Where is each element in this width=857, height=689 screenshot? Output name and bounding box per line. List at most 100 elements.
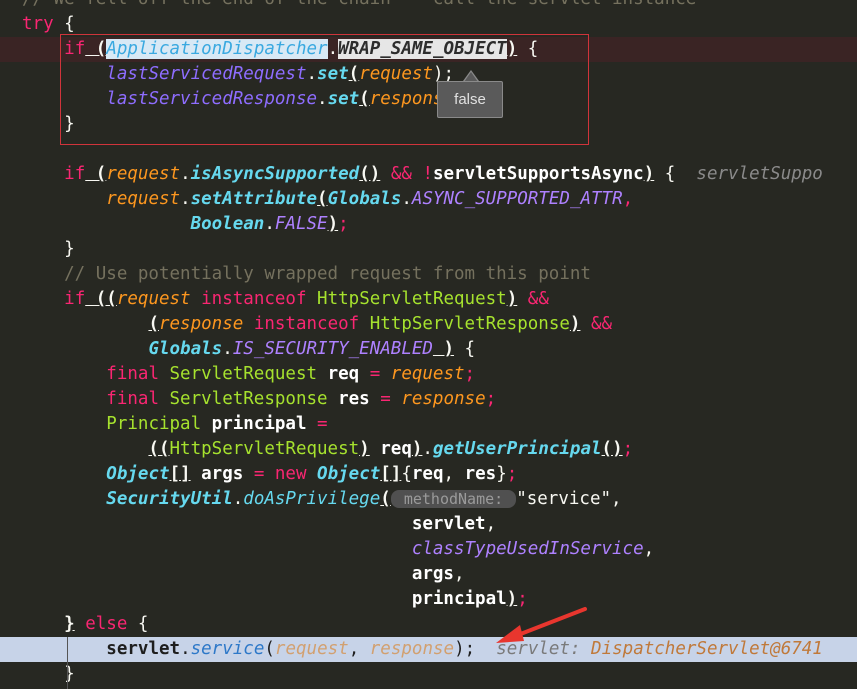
code-token: new [274,464,318,484]
code-line[interactable]: Principal principal = [0,412,857,437]
code-token: res [338,389,370,409]
indent-guide [67,637,68,689]
code-token: , [453,564,465,584]
code-token: servlet [411,514,486,534]
code-token: request [116,289,191,309]
code-line[interactable]: Globals.IS_SECURITY_ENABLED ) { [0,337,857,362]
code-line[interactable]: if ((request instanceof HttpServletReque… [0,287,857,312]
code-token: ; [485,389,497,409]
code-line[interactable]: SecurityUtil.doAsPrivilege( methodName: … [0,487,857,512]
code-token: ( [148,314,159,334]
code-line[interactable]: if (request.isAsyncSupported() && !servl… [0,162,857,187]
code-line[interactable]: } [0,237,857,262]
code-token: ) [569,314,581,334]
code-line[interactable]: classTypeUsedInService, [0,537,857,562]
code-token: FALSE [274,214,328,234]
code-token: try [22,14,54,34]
code-token: ) [327,214,339,234]
code-token: ApplicationDispatcher [106,39,328,59]
code-line[interactable]: Object[] args = new Object[]{req, res}; [0,462,857,487]
code-token: args [190,464,244,484]
code-token: final [106,389,159,409]
code-token: lastServicedRequest [106,64,307,84]
code-token: . [317,89,328,109]
code-token: } [64,614,75,634]
code-token: req [369,439,412,459]
code-token: res [464,464,497,484]
code-token: . [264,214,275,234]
code-editor[interactable]: // We fell off the end of the chain -- c… [0,0,857,689]
code-token: } [22,114,75,134]
code-token: principal [211,414,307,434]
code-token: final [106,364,159,384]
code-line[interactable]: servlet.service(request, response); serv… [0,637,857,662]
code-token: ASYNC_SUPPORTED_ATTR [411,189,623,209]
code-token: request [106,164,181,184]
code-token: . [232,489,244,509]
code-token: methodName: [390,490,517,508]
code-line[interactable]: final ServletResponse res = response; [0,387,857,412]
code-token: ) [432,339,455,359]
code-token: ! [422,164,433,184]
code-token: , [348,639,370,659]
code-token: // Use potentially wrapped request from … [22,264,591,284]
code-token: , [443,464,465,484]
code-line[interactable]: if (ApplicationDispatcher.WRAP_SAME_OBJE… [0,37,857,62]
code-token: && [580,314,613,334]
code-token: Object [106,464,170,484]
code-line[interactable]: servlet, [0,512,857,537]
code-token: ) [506,39,518,59]
code-line[interactable] [0,137,857,162]
code-line[interactable]: try { [0,12,857,37]
code-line[interactable]: (response instanceof HttpServletResponse… [0,312,857,337]
code-token: () [359,164,381,184]
code-token: { [654,164,697,184]
code-line[interactable]: final ServletRequest req = request; [0,362,857,387]
code-line[interactable]: args, [0,562,857,587]
code-line[interactable]: request.setAttribute(Globals.ASYNC_SUPPO… [0,187,857,212]
code-token: . [306,64,318,84]
code-token: set [327,89,360,109]
code-line[interactable]: // We fell off the end of the chain -- c… [0,0,857,12]
code-token: ; [464,364,476,384]
code-token: instanceof [190,289,318,309]
code-token: ) [506,289,518,309]
code-line[interactable]: lastServicedResponse.set(response); [0,87,857,112]
code-line[interactable]: ((HttpServletRequest) req).getUserPrinci… [0,437,857,462]
code-line[interactable]: // Use potentially wrapped request from … [0,262,857,287]
code-token: "service" [516,489,612,509]
code-token: response [369,639,455,659]
code-token: ( [348,64,360,84]
code-token: [] [169,464,191,484]
code-token: = [369,389,402,409]
code-line[interactable]: principal); [0,587,857,612]
code-token: && [380,164,423,184]
code-token: , [485,514,497,534]
code-token: ( [380,489,391,509]
code-token: lastServicedResponse [106,89,318,109]
code-line[interactable]: Boolean.FALSE); [0,212,857,237]
code-line[interactable]: } else { [0,612,857,637]
code-token: { [53,14,75,34]
code-token: isAsyncSupported [190,164,360,184]
code-token: request [274,639,349,659]
code-token: , [622,189,634,209]
code-token: ( [85,39,107,59]
code-line[interactable]: } [0,662,857,687]
code-token: ( [359,89,370,109]
code-token: . [180,189,191,209]
code-line[interactable]: lastServicedRequest.set(request); [0,62,857,87]
code-token: WRAP_SAME_OBJECT [338,39,507,59]
code-line[interactable]: } [0,112,857,137]
code-token: servlet [106,639,181,659]
